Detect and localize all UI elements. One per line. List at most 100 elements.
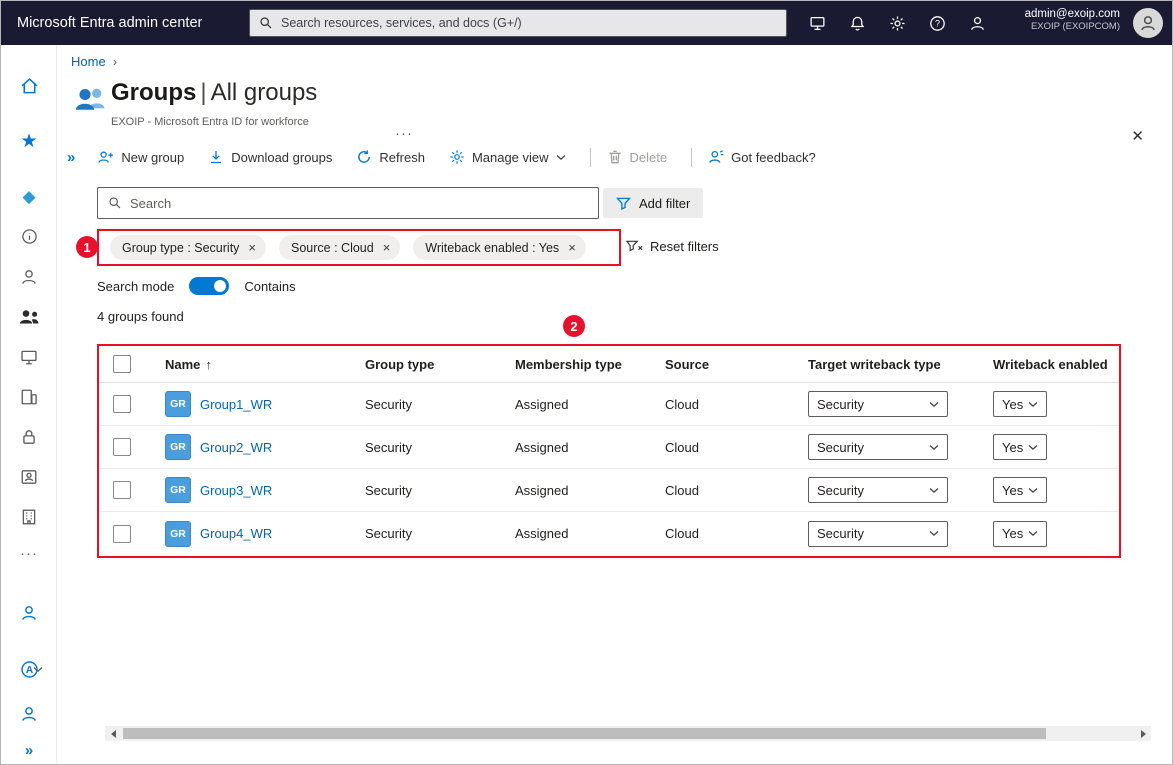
- page-title-primary: Groups: [111, 79, 197, 106]
- top-bar: Microsoft Entra admin center ? admin@exo…: [1, 1, 1172, 45]
- scrollbar-track[interactable]: [121, 726, 1135, 741]
- group-name-link[interactable]: Group3_WR: [200, 483, 272, 498]
- scrollbar-thumb[interactable]: [123, 728, 1046, 739]
- refresh-icon: [358, 150, 371, 163]
- writeback-enabled-select[interactable]: Yes: [993, 477, 1047, 503]
- row-checkbox[interactable]: [113, 481, 131, 499]
- page-title: Groups | All groups: [111, 79, 317, 107]
- global-search[interactable]: [249, 9, 787, 37]
- command-bar: » New group Download groups Refresh Mana…: [65, 141, 840, 173]
- avatar[interactable]: [1133, 8, 1163, 38]
- more-nav-icon[interactable]: ···: [1, 546, 57, 561]
- refresh-button[interactable]: Refresh: [356, 149, 425, 165]
- group-name-link[interactable]: Group1_WR: [200, 397, 272, 412]
- filter-chip-writeback[interactable]: Writeback enabled : Yes ×: [413, 235, 586, 260]
- writeback-enabled-select[interactable]: Yes: [993, 520, 1047, 547]
- scroll-right-arrow[interactable]: [1135, 726, 1151, 741]
- person-icon: [1141, 16, 1155, 31]
- delete-button[interactable]: Delete: [607, 149, 668, 165]
- column-header-target-writeback[interactable]: Target writeback type: [808, 357, 993, 372]
- target-writeback-select[interactable]: Security: [808, 434, 948, 460]
- expand-rail-icon[interactable]: »: [1, 743, 57, 758]
- chevron-down-icon: [1028, 444, 1038, 450]
- manage-view-button[interactable]: Manage view: [449, 149, 566, 165]
- column-header-membership-type[interactable]: Membership type: [515, 357, 665, 372]
- groups-icon-selected[interactable]: [1, 308, 57, 326]
- info-icon[interactable]: [1, 228, 57, 245]
- chevron-down-icon: [1028, 487, 1038, 493]
- annotation-badge-1: 1: [76, 236, 98, 258]
- external-identities-icon[interactable]: [1, 508, 57, 526]
- breadcrumb-separator: ›: [112, 54, 118, 69]
- group-avatar: GR: [165, 520, 191, 547]
- global-search-input[interactable]: [281, 16, 777, 30]
- breadcrumb-home-link[interactable]: Home: [71, 54, 106, 69]
- delete-label: Delete: [629, 149, 668, 165]
- chevron-down-icon: [1028, 531, 1038, 536]
- annotation-badge-2: 2: [563, 315, 585, 337]
- groups-search-box[interactable]: [97, 187, 599, 219]
- notifications-bell-icon[interactable]: [849, 15, 866, 32]
- select-all-checkbox[interactable]: [113, 355, 131, 373]
- group-avatar: GR: [165, 391, 191, 417]
- row-checkbox[interactable]: [113, 438, 131, 456]
- filter-chip-source[interactable]: Source : Cloud ×: [279, 235, 401, 260]
- remove-filter-icon[interactable]: ×: [383, 241, 391, 254]
- delete-trash-icon: [609, 150, 621, 164]
- table-row: GR Group4_WR Security Assigned Cloud Sec…: [99, 512, 1119, 555]
- favorites-star-icon[interactable]: ★: [1, 132, 57, 151]
- feedback-icon[interactable]: [969, 15, 986, 32]
- svg-text:?: ?: [935, 18, 940, 28]
- source-cell: Cloud: [665, 526, 699, 541]
- feedback-button[interactable]: Got feedback?: [708, 149, 816, 165]
- writeback-enabled-select[interactable]: Yes: [993, 391, 1047, 417]
- settings-gear-icon[interactable]: [889, 15, 906, 32]
- help-icon[interactable]: ?: [929, 15, 946, 32]
- column-header-source[interactable]: Source: [665, 357, 808, 372]
- column-header-name[interactable]: Name ↑: [165, 357, 365, 372]
- group-name-link[interactable]: Group4_WR: [200, 526, 272, 541]
- applications-icon[interactable]: [1, 388, 57, 406]
- column-header-group-type[interactable]: Group type: [365, 357, 515, 372]
- remove-filter-icon[interactable]: ×: [248, 241, 256, 254]
- filter-chip-label: Source : Cloud: [291, 240, 374, 255]
- group-name-link[interactable]: Group2_WR: [200, 440, 272, 455]
- target-writeback-select[interactable]: Security: [808, 520, 948, 547]
- expand-menu-icon[interactable]: »: [67, 149, 75, 166]
- chevron-down-icon: [556, 154, 565, 160]
- search-mode-toggle[interactable]: [189, 277, 230, 295]
- whats-new-icon[interactable]: [809, 15, 826, 32]
- users-icon[interactable]: [1, 268, 57, 286]
- target-writeback-select[interactable]: Security: [808, 391, 948, 417]
- azure-diamond-icon[interactable]: ◆: [1, 188, 57, 205]
- remove-filter-icon[interactable]: ×: [568, 241, 576, 254]
- protection-lock-icon[interactable]: [1, 428, 57, 446]
- reset-filters-button[interactable]: Reset filters: [626, 239, 719, 254]
- target-writeback-select[interactable]: Security: [808, 477, 948, 503]
- group-type-cell: Security: [365, 439, 412, 455]
- close-icon[interactable]: ✕: [1131, 129, 1144, 144]
- devices-icon[interactable]: [1, 348, 57, 366]
- filter-chip-group-type[interactable]: Group type : Security ×: [110, 235, 267, 260]
- row-checkbox[interactable]: [113, 524, 131, 543]
- topbar-icons: ?: [809, 1, 986, 45]
- identity-governance-icon[interactable]: [1, 468, 57, 486]
- add-filter-button[interactable]: Add filter: [603, 188, 704, 218]
- new-group-label: New group: [121, 149, 185, 165]
- home-icon[interactable]: [1, 76, 57, 95]
- row-checkbox[interactable]: [113, 395, 131, 413]
- page-more-icon[interactable]: ···: [395, 126, 413, 141]
- download-groups-button[interactable]: Download groups: [208, 149, 332, 165]
- new-group-button[interactable]: New group: [97, 149, 184, 165]
- membership-type-cell: Assigned: [515, 482, 569, 498]
- scroll-left-arrow[interactable]: [105, 726, 121, 741]
- account-info[interactable]: admin@exoip.com EXOIP (EXOIPCOM): [1025, 7, 1120, 33]
- writeback-enabled-select[interactable]: Yes: [993, 434, 1047, 460]
- groups-search-input[interactable]: [130, 195, 588, 211]
- admin-center-badge-icon[interactable]: A: [1, 660, 57, 679]
- user-management-icon[interactable]: [1, 604, 57, 622]
- user-profile-icon[interactable]: [1, 705, 57, 723]
- chevron-down-icon[interactable]: [33, 666, 43, 673]
- column-header-writeback-enabled[interactable]: Writeback enabled: [993, 357, 1119, 372]
- search-icon: [109, 197, 121, 209]
